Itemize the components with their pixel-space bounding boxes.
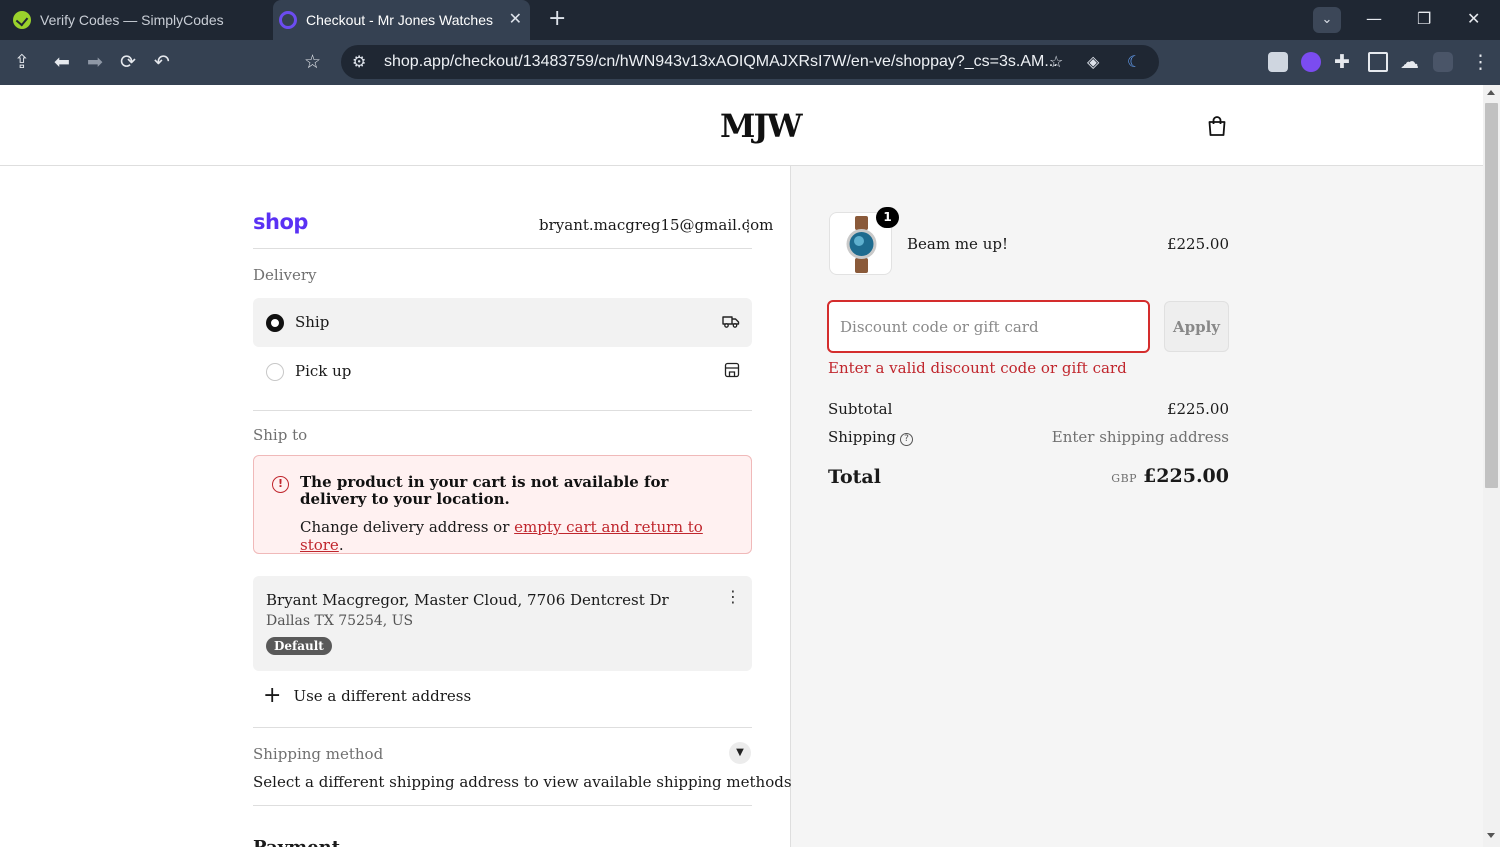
address-line-1: Bryant Macgregor, Master Cloud, 7706 Den…	[266, 591, 669, 609]
page-scrollbar[interactable]	[1483, 85, 1500, 847]
delivery-option-pickup[interactable]: Pick up	[253, 347, 752, 396]
subtotal-label: Subtotal	[828, 400, 893, 418]
account-email: bryant.macgreg15@gmail.com	[539, 216, 774, 234]
divider	[253, 248, 752, 249]
shop-favicon-icon	[279, 11, 297, 29]
tab-title: Verify Codes — SimplyCodes	[40, 12, 224, 28]
address-bar[interactable]: ⚙ shop.app/checkout/13483759/cn/hWN943v1…	[341, 45, 1159, 79]
shipping-label-row: Shipping?	[828, 428, 913, 446]
alert-body-text: Change delivery address or	[300, 518, 515, 536]
bookmark-star-icon[interactable]: ☆	[304, 51, 321, 73]
browser-tab-bar: Verify Codes — SimplyCodes Checkout - Mr…	[0, 0, 1500, 40]
undo-icon[interactable]: ↶	[154, 51, 170, 73]
alert-body-suffix: .	[338, 536, 344, 554]
divider	[253, 410, 752, 411]
url-text: shop.app/checkout/13483759/cn/hWN943v13x…	[384, 53, 1058, 70]
back-icon[interactable]: ⬅	[54, 51, 70, 73]
alert-title: The product in your cart is not availabl…	[300, 473, 669, 508]
discount-code-input[interactable]	[827, 300, 1150, 353]
cloud-upload-icon[interactable]: ☁	[1400, 51, 1419, 73]
new-tab-icon[interactable]: +	[548, 8, 566, 30]
shipping-method-message: Select a different shipping address to v…	[253, 773, 792, 791]
product-price: £225.00	[1166, 235, 1229, 253]
forward-icon[interactable]: ➡	[87, 51, 103, 73]
close-tab-icon[interactable]: ✕	[509, 11, 522, 29]
total-value-row: GBP £225.00	[1020, 465, 1229, 487]
tab-title: Checkout - Mr Jones Watches	[306, 12, 493, 28]
apply-discount-button[interactable]: Apply	[1164, 301, 1229, 352]
side-panel-icon[interactable]	[1368, 52, 1388, 72]
option-label: Ship	[295, 313, 330, 331]
shipping-value: Enter shipping address	[1051, 428, 1229, 446]
scroll-up-icon[interactable]	[1487, 90, 1495, 95]
saved-address-card[interactable]: Bryant Macgregor, Master Cloud, 7706 Den…	[253, 576, 752, 671]
tab-checkout[interactable]: Checkout - Mr Jones Watches ✕	[273, 0, 530, 40]
extension-scan-icon[interactable]	[1268, 52, 1288, 72]
use-different-address-button[interactable]: + Use a different address	[263, 683, 472, 708]
radio-pickup[interactable]	[266, 363, 284, 381]
dark-mode-icon[interactable]: ☾	[1127, 52, 1141, 72]
radio-ship[interactable]	[266, 314, 284, 332]
tab-search-icon[interactable]: ⌄	[1313, 7, 1341, 33]
total-value: £225.00	[1143, 465, 1229, 487]
add-address-label: Use a different address	[293, 687, 472, 705]
checkout-page: MJW shop bryant.macgreg15@gmail.com ⋮ De…	[0, 85, 1483, 847]
subtotal-value: £225.00	[1166, 400, 1229, 418]
alert-body: Change delivery address or empty cart an…	[300, 518, 751, 554]
scrollbar-thumb[interactable]	[1485, 103, 1498, 488]
divider	[253, 727, 752, 728]
product-name: Beam me up!	[907, 235, 1008, 253]
reload-icon[interactable]: ⟳	[120, 51, 136, 73]
ship-to-heading: Ship to	[253, 426, 308, 444]
delivery-error-alert: ! The product in your cart is not availa…	[253, 455, 752, 554]
store-logo[interactable]: MJW	[720, 107, 802, 145]
browser-menu-icon[interactable]: ⋮	[1471, 51, 1490, 73]
store-header: MJW	[0, 85, 1483, 166]
profile-avatar-icon[interactable]	[1433, 52, 1453, 72]
divider	[253, 805, 752, 806]
upload-icon[interactable]: ⇪	[14, 51, 30, 73]
shop-pay-logo: shop	[253, 210, 308, 234]
extensions-puzzle-icon[interactable]: ✚	[1334, 51, 1350, 73]
option-label: Pick up	[295, 362, 352, 380]
quantity-badge: 1	[876, 207, 899, 228]
payment-heading: Payment	[253, 837, 340, 847]
order-summary-panel	[790, 166, 1483, 847]
account-menu-icon[interactable]: ⋮	[740, 218, 756, 234]
discount-error-message: Enter a valid discount code or gift card	[828, 359, 1127, 377]
layers-icon[interactable]: ◈	[1087, 52, 1099, 72]
scroll-down-icon[interactable]	[1487, 833, 1495, 838]
address-line-2: Dallas TX 75254, US	[266, 613, 414, 629]
delivery-option-ship[interactable]: Ship	[253, 298, 752, 347]
shipping-method-heading: Shipping method	[253, 745, 384, 763]
site-settings-icon[interactable]: ⚙	[352, 52, 366, 72]
extension-purple-icon[interactable]	[1301, 52, 1321, 72]
close-window-icon[interactable]: ✕	[1467, 9, 1480, 29]
plus-icon: +	[263, 683, 282, 708]
error-icon: !	[272, 476, 289, 493]
restore-icon[interactable]: ❐	[1417, 9, 1431, 29]
simplycodes-favicon-icon	[13, 11, 31, 29]
tab-simplycodes[interactable]: Verify Codes — SimplyCodes	[0, 0, 270, 40]
currency-code: GBP	[1111, 472, 1138, 485]
shopping-bag-icon[interactable]	[1206, 115, 1228, 141]
default-badge: Default	[266, 637, 332, 655]
total-label: Total	[828, 466, 881, 488]
chevron-down-icon[interactable]: ▼	[729, 742, 751, 764]
store-icon	[724, 362, 740, 382]
address-menu-icon[interactable]: ⋮	[725, 589, 741, 605]
minimize-icon[interactable]: —	[1366, 9, 1382, 29]
delivery-heading: Delivery	[253, 266, 317, 284]
bookmark-page-icon[interactable]: ☆	[1049, 52, 1063, 72]
help-icon[interactable]: ?	[900, 433, 913, 446]
shipping-label: Shipping	[828, 428, 896, 446]
truck-icon	[722, 313, 740, 333]
